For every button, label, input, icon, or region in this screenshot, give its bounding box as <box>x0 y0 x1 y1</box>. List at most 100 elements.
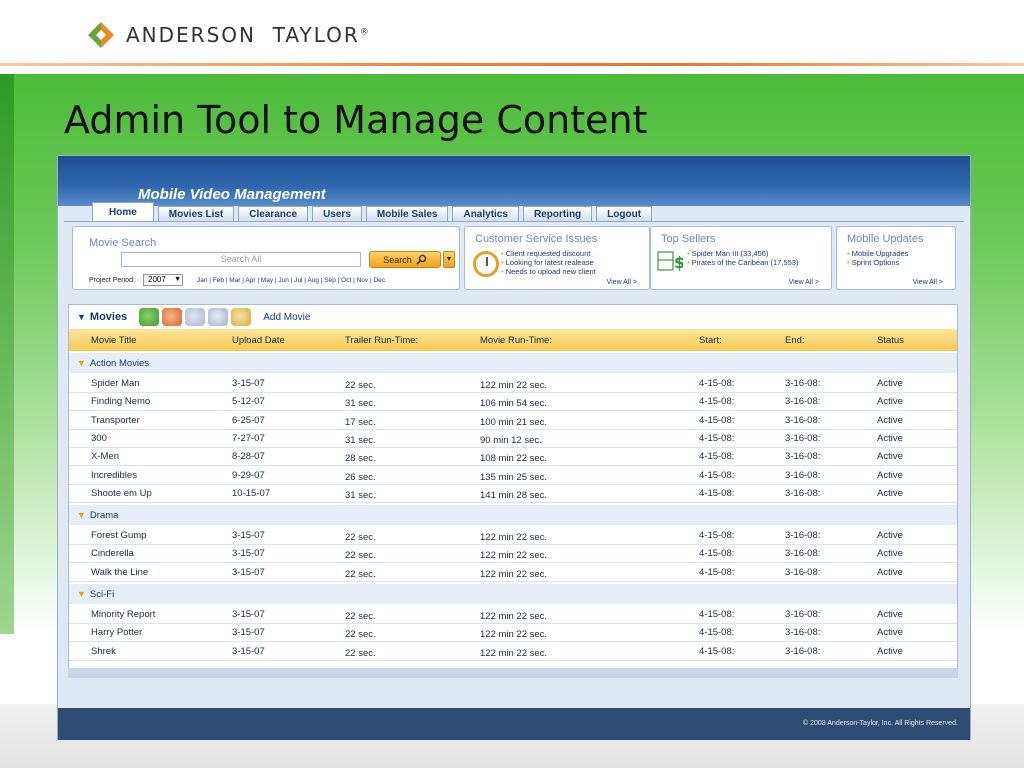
table-cell[interactable]: Transporter <box>91 415 140 426</box>
collapse-triangle-icon: ▼ <box>77 510 86 521</box>
table-row[interactable]: Shoote em Up 10-15-07 31 sec. 141 min 28 se… <box>69 485 957 503</box>
tab-analytics[interactable]: Analytics <box>452 206 519 222</box>
table-cell: Active <box>877 487 903 499</box>
movies-panel: ▼ Movies Add Movie Movie Title Upload Dat… <box>68 304 958 677</box>
slide-title: Admin Tool to Manage Content <box>64 98 648 142</box>
list-item[interactable]: Needs to upload new client <box>501 267 596 276</box>
view-all-link[interactable]: View All > <box>913 279 943 286</box>
table-cell: 4-15-08: <box>699 414 735 426</box>
tab-movies-list[interactable]: Movies List <box>157 206 235 222</box>
table-cell: Active <box>877 469 903 481</box>
search-input[interactable]: Search All <box>121 252 361 267</box>
copy-icon[interactable] <box>185 308 206 326</box>
customer-service-list: Client requested discount Looking for la… <box>501 249 596 276</box>
top-sellers-panel: Top Sellers $ Spider Man III (33,456) Pi… <box>650 226 832 290</box>
table-cell[interactable]: 300 <box>91 433 107 444</box>
app-title: Mobile Video Management <box>138 186 326 203</box>
table-cell: 3-16-08: <box>785 451 821 463</box>
table-row[interactable]: Walk the Line 3-15-07 22 sec. 122 min 22 se… <box>69 564 957 582</box>
table-cell: 3-16-08: <box>785 469 821 481</box>
list-item[interactable]: Sprint Options <box>847 258 908 267</box>
table-cell[interactable]: Shoote em Up <box>91 488 152 499</box>
project-period-label: Project Period: <box>89 277 135 284</box>
table-cell[interactable]: Cinderella <box>91 548 134 559</box>
table-cell: 4-15-08: <box>699 609 735 620</box>
list-item[interactable]: Client requested discount <box>501 249 596 258</box>
group-header[interactable]: ▼ Drama <box>69 505 957 526</box>
search-options-dropdown[interactable]: ▼ <box>443 251 455 268</box>
project-period-select[interactable]: 2007 ▼ <box>143 274 183 286</box>
tab-mobile-sales[interactable]: Mobile Sales <box>365 206 449 222</box>
group-header[interactable]: ▼ Action Movies <box>69 353 957 373</box>
table-row[interactable]: Forest Gump 3-15-07 22 sec. 122 min 22 sec.… <box>69 527 957 546</box>
table-cell[interactable]: Harry Potter <box>91 627 142 638</box>
column-header[interactable]: Upload Date <box>232 335 285 346</box>
slide-header: ANDERSON TAYLOR® <box>0 0 1024 66</box>
column-header[interactable]: Movie Title <box>91 335 136 346</box>
mobile-updates-title: Mobile Updates <box>847 233 924 245</box>
movie-search-panel: Movie Search Search All Search ▼ Project… <box>72 226 460 290</box>
table-row[interactable]: Incredibles 9-29-07 26 sec. 135 min 25 sec.… <box>69 467 957 485</box>
toolbar-icons <box>139 308 252 326</box>
table-row[interactable]: X-Men 8-28-07 28 sec. 108 min 22 sec. 4-15-0… <box>69 448 957 467</box>
add-icon[interactable] <box>139 308 160 326</box>
table-cell: 4-15-08: <box>699 432 735 444</box>
table-cell[interactable]: Walk the Line <box>91 567 148 578</box>
green-left-edge <box>0 74 14 634</box>
table-row[interactable]: Spider Man 3-15-07 22 sec. 122 min 22 sec. 4… <box>69 375 957 393</box>
chevron-down-icon: ▼ <box>445 256 453 263</box>
delete-icon[interactable] <box>162 308 183 326</box>
view-all-link[interactable]: View All > <box>607 279 637 286</box>
table-row[interactable]: Shrek 3-15-07 22 sec. 122 min 22 sec. 4-15-0… <box>69 643 957 661</box>
search-icon <box>416 254 426 265</box>
tab-clearance[interactable]: Clearance <box>238 206 309 222</box>
table-cell[interactable]: Finding Nemo <box>91 396 150 407</box>
column-header[interactable]: Trailer Run-Time: <box>345 335 418 346</box>
tab-logout[interactable]: Logout <box>596 206 653 222</box>
view-all-link[interactable]: View All > <box>789 279 819 286</box>
collapse-triangle-icon[interactable]: ▼ <box>77 312 86 322</box>
table-cell[interactable]: X-Men <box>91 451 119 462</box>
table-cell: 9-29-07 <box>232 469 265 481</box>
table-row[interactable]: 300 7-27-07 31 sec. 90 min 12 sec. 4-15-08: 3… <box>69 430 957 448</box>
search-icon[interactable] <box>208 308 229 326</box>
table-cell: 22 sec. <box>345 532 376 544</box>
edit-icon[interactable] <box>231 308 252 326</box>
table-cell: 122 min 22 sec. <box>480 611 548 622</box>
table-row[interactable]: Transporter 6-25-07 17 sec. 100 min 21 sec.… <box>69 412 957 430</box>
group-name: Sci-Fi <box>89 588 115 600</box>
table-cell: 4-15-08: <box>699 451 735 463</box>
add-movie-link[interactable]: Add Movie <box>263 312 310 323</box>
table-cell: 4-15-08: <box>699 548 735 560</box>
table-cell[interactable]: Forest Gump <box>91 530 146 541</box>
app-window: Mobile Video Management Home Movies List C… <box>57 155 971 740</box>
table-cell: 3-16-08: <box>785 566 821 578</box>
column-header[interactable]: Status <box>877 335 904 346</box>
table-row[interactable]: Minority Report 3-15-07 22 sec. 122 min 22 … <box>69 606 957 624</box>
table-cell: 3-16-08: <box>785 487 821 499</box>
table-cell[interactable]: Spider Man <box>91 378 140 389</box>
group-header[interactable]: ▼ Sci-Fi <box>69 584 957 604</box>
column-header[interactable]: Start: <box>699 335 722 346</box>
table-cell: 90 min 12 sec. <box>480 434 542 446</box>
month-links[interactable]: Jan | Feb | Mar | Apr | May | Jun | Jul … <box>197 277 385 284</box>
list-item[interactable]: Spider Man III (33,456) <box>687 249 798 258</box>
list-item[interactable]: Mobile Upgrades <box>847 249 909 258</box>
list-item[interactable]: Looking for latest realease <box>501 258 596 267</box>
search-button[interactable]: Search <box>369 251 441 268</box>
tab-home[interactable]: Home <box>92 202 154 222</box>
column-header[interactable]: End: <box>785 335 805 346</box>
list-item[interactable]: Pirates of the Caribean (17,553) <box>687 258 799 267</box>
table-row[interactable]: Harry Potter 3-15-07 22 sec. 122 min 22 sec… <box>69 624 957 643</box>
tab-reporting[interactable]: Reporting <box>522 206 593 222</box>
table-cell: 22 sec. <box>345 647 376 659</box>
column-header[interactable]: Movie Run-Time: <box>480 335 552 346</box>
tab-users[interactable]: Users <box>312 206 362 222</box>
table-cell[interactable]: Minority Report <box>91 609 155 620</box>
table-cell[interactable]: Shrek <box>91 646 116 657</box>
table-row[interactable]: Cinderella 3-15-07 22 sec. 122 min 22 sec. 4… <box>69 545 957 564</box>
table-cell[interactable]: Incredibles <box>91 470 137 481</box>
table-row[interactable]: Finding Nemo 5-12-07 31 sec. 106 min 54 sec… <box>69 393 957 412</box>
table-cell: 4-15-08: <box>699 566 735 578</box>
table-cell: 3-16-08: <box>785 432 821 444</box>
